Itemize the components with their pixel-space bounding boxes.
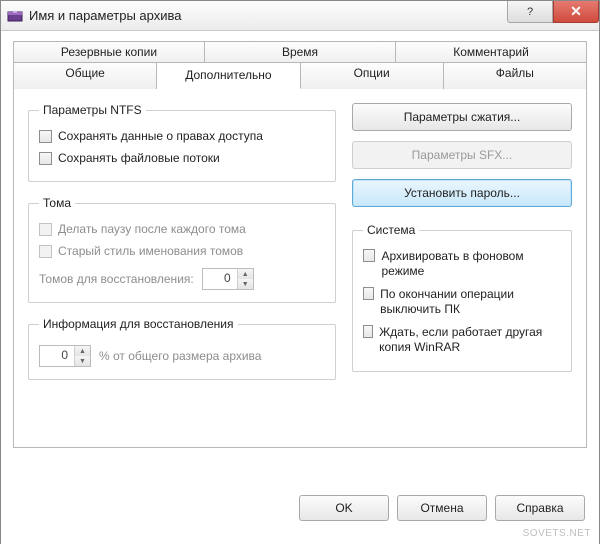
chevron-up-icon: ▲ xyxy=(75,346,90,356)
group-system-legend: Система xyxy=(363,223,419,237)
group-system: Система Архивировать в фоновом режиме По… xyxy=(352,223,572,372)
tab-backup[interactable]: Резервные копии xyxy=(13,41,205,63)
group-recovery-info: Информация для восстановления 0 ▲ ▼ % от… xyxy=(28,317,336,380)
checkbox-shutdown-after[interactable]: По окончании операции выключить ПК xyxy=(363,283,561,321)
app-icon xyxy=(7,8,23,24)
sfx-params-button: Параметры SFX... xyxy=(352,141,572,169)
checkbox-pause-each-volume: Делать паузу после каждого тома xyxy=(39,218,325,240)
group-volumes: Тома Делать паузу после каждого тома Ста… xyxy=(28,196,336,303)
compression-params-button[interactable]: Параметры сжатия... xyxy=(352,103,572,131)
cancel-button[interactable]: Отмена xyxy=(397,495,487,521)
checkbox-icon xyxy=(39,245,52,258)
tab-strip: Резервные копии Время Комментарий Общие … xyxy=(13,41,587,448)
titlebar: Имя и параметры архива ? ✕ xyxy=(1,1,599,31)
tab-files[interactable]: Файлы xyxy=(444,62,587,89)
close-button[interactable]: ✕ xyxy=(553,1,599,23)
checkbox-label: По окончании операции выключить ПК xyxy=(380,287,561,317)
checkbox-label: Сохранять файловые потоки xyxy=(58,151,220,165)
checkbox-label: Делать паузу после каждого тома xyxy=(58,222,246,236)
window-title: Имя и параметры архива xyxy=(29,8,181,23)
checkbox-old-volume-naming: Старый стиль именования томов xyxy=(39,240,325,262)
recovery-percent-spinner: 0 ▲ ▼ xyxy=(39,345,91,367)
tab-comment[interactable]: Комментарий xyxy=(396,41,587,63)
recovery-volumes-label: Томов для восстановления: xyxy=(39,272,194,286)
chevron-down-icon: ▼ xyxy=(238,279,253,289)
recovery-volumes-spinner: 0 ▲ ▼ xyxy=(202,268,254,290)
group-volumes-legend: Тома xyxy=(39,196,75,210)
checkbox-icon xyxy=(39,130,52,143)
close-icon: ✕ xyxy=(570,3,582,20)
checkbox-icon xyxy=(39,152,52,165)
checkbox-wait-other-winrar[interactable]: Ждать, если работает другая копия WinRAR xyxy=(363,321,561,359)
checkbox-icon xyxy=(363,287,374,300)
spinner-value: 0 xyxy=(203,269,237,289)
checkbox-save-streams[interactable]: Сохранять файловые потоки xyxy=(39,147,325,169)
group-ntfs-legend: Параметры NTFS xyxy=(39,103,146,117)
checkbox-background-archive[interactable]: Архивировать в фоновом режиме xyxy=(363,245,561,283)
checkbox-icon xyxy=(363,249,375,262)
tab-options[interactable]: Опции xyxy=(301,62,444,89)
tab-advanced[interactable]: Дополнительно xyxy=(157,62,300,89)
chevron-up-icon: ▲ xyxy=(238,269,253,279)
set-password-button[interactable]: Установить пароль... xyxy=(352,179,572,207)
checkbox-icon xyxy=(39,223,52,236)
ok-button[interactable]: OK xyxy=(299,495,389,521)
dialog-footer: OK Отмена Справка xyxy=(1,485,599,545)
group-ntfs: Параметры NTFS Сохранять данные о правах… xyxy=(28,103,336,182)
tab-time[interactable]: Время xyxy=(205,41,396,63)
checkbox-label: Ждать, если работает другая копия WinRAR xyxy=(379,325,561,355)
group-recovery-info-legend: Информация для восстановления xyxy=(39,317,238,331)
checkbox-label: Старый стиль именования томов xyxy=(58,244,243,258)
watermark: SOVETS.NET xyxy=(523,528,591,539)
chevron-down-icon: ▼ xyxy=(75,356,90,366)
tab-general[interactable]: Общие xyxy=(13,62,157,89)
spinner-value: 0 xyxy=(40,346,74,366)
checkbox-label: Архивировать в фоновом режиме xyxy=(381,249,561,279)
checkbox-label: Сохранять данные о правах доступа xyxy=(58,129,263,143)
help-button[interactable]: ? xyxy=(507,1,553,23)
recovery-percent-suffix: % от общего размера архива xyxy=(99,349,261,363)
tab-panel-advanced: Параметры NTFS Сохранять данные о правах… xyxy=(13,88,587,448)
checkbox-save-security[interactable]: Сохранять данные о правах доступа xyxy=(39,125,325,147)
help-footer-button[interactable]: Справка xyxy=(495,495,585,521)
checkbox-icon xyxy=(363,325,373,338)
